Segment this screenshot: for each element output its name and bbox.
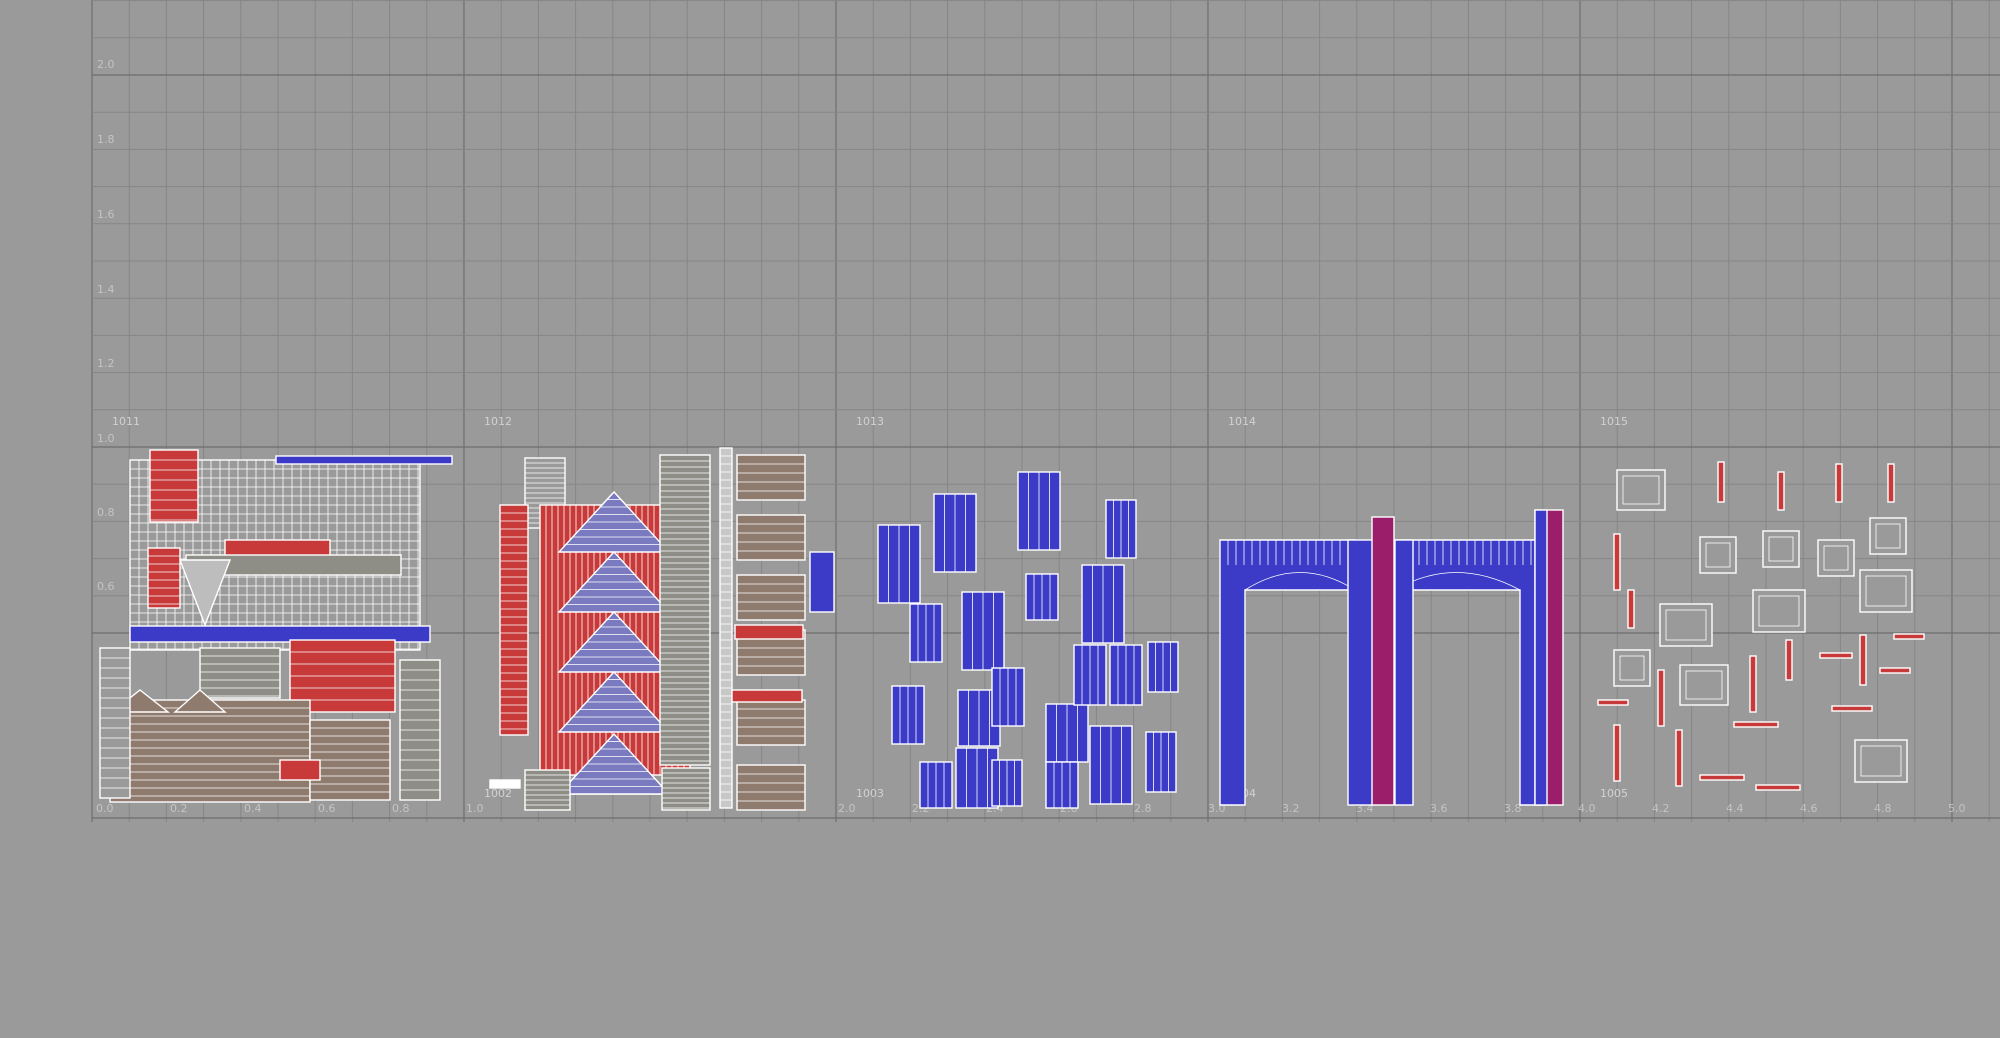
- uv-shell-wall[interactable]: [147, 547, 181, 609]
- u-axis-label: 4.8: [1874, 802, 1892, 815]
- uv-shell-bar[interactable]: [1831, 705, 1873, 712]
- u-axis-label: 4.6: [1800, 802, 1818, 815]
- uv-shell-bar[interactable]: [1835, 463, 1843, 503]
- uv-shell-column[interactable]: [499, 504, 529, 736]
- uv-shell-bar[interactable]: [1859, 634, 1867, 686]
- u-axis-label: 4.4: [1726, 802, 1744, 815]
- uv-shell-detail[interactable]: [809, 551, 835, 613]
- uv-shell-bar[interactable]: [1755, 784, 1801, 791]
- uv-shell-bar[interactable]: [1699, 774, 1745, 781]
- uv-shell-bar[interactable]: [1733, 721, 1779, 728]
- uv-shell-pillar[interactable]: [1534, 509, 1548, 806]
- udim-tile-label: 1013: [856, 415, 884, 428]
- uv-shell-panel[interactable]: [736, 699, 806, 746]
- u-axis-label: 2.0: [838, 802, 856, 815]
- u-axis-label: 3.6: [1430, 802, 1448, 815]
- uv-shell-bar[interactable]: [1657, 669, 1665, 727]
- uv-shell-panel[interactable]: [736, 574, 806, 621]
- uv-shell-wall[interactable]: [199, 647, 281, 699]
- uv-shell-bar[interactable]: [1879, 667, 1911, 674]
- uv-shell-bar[interactable]: [1777, 471, 1785, 511]
- uv-shell-bar[interactable]: [1597, 699, 1629, 706]
- uv-shell-frame[interactable]: [1869, 517, 1907, 555]
- uv-shell-strip[interactable]: [489, 779, 521, 789]
- udim-tile-label: 1005: [1600, 787, 1628, 800]
- uv-shell-siding[interactable]: [109, 699, 311, 803]
- v-axis-label: 1.6: [97, 208, 115, 221]
- uv-shell-bar[interactable]: [1887, 463, 1895, 503]
- uv-shell-pillar[interactable]: [1394, 539, 1414, 806]
- uv-shell-bar[interactable]: [1819, 652, 1853, 659]
- u-axis-label: 4.2: [1652, 802, 1670, 815]
- uv-shell-detail[interactable]: [279, 759, 321, 781]
- uv-shell-bar[interactable]: [1627, 589, 1635, 629]
- udim-tile-label: 1015: [1600, 415, 1628, 428]
- uv-shell-pillar[interactable]: [1371, 516, 1395, 806]
- u-axis-label: 3.2: [1282, 802, 1300, 815]
- uv-shell-slats[interactable]: [659, 454, 711, 766]
- u-axis-label: 0.2: [170, 802, 188, 815]
- uv-shell-pillar[interactable]: [1347, 539, 1374, 806]
- uv-shell-bar[interactable]: [1893, 633, 1925, 640]
- v-axis-label: 1.8: [97, 133, 115, 146]
- v-axis-label: 1.0: [97, 432, 115, 445]
- u-axis-label: 0.0: [96, 802, 114, 815]
- u-axis-label: 1.0: [466, 802, 484, 815]
- v-axis-label: 0.6: [97, 580, 115, 593]
- uv-shell-bar[interactable]: [1613, 533, 1621, 591]
- uv-shell-panel[interactable]: [736, 514, 806, 561]
- uv-shell-bar[interactable]: [1749, 655, 1757, 713]
- udim-tile-label: 1012: [484, 415, 512, 428]
- udim-tile-label: 1014: [1228, 415, 1256, 428]
- uv-shell-frame[interactable]: [1762, 530, 1800, 568]
- uv-shell-frame[interactable]: [1817, 539, 1855, 577]
- u-axis-label: 0.4: [244, 802, 262, 815]
- u-axis-label: 2.8: [1134, 802, 1152, 815]
- uv-shell-trim[interactable]: [275, 455, 453, 465]
- v-axis-label: 1.2: [97, 357, 115, 370]
- uv-shell-trim[interactable]: [734, 624, 804, 640]
- uv-shell-post[interactable]: [719, 447, 733, 809]
- uv-shell-bar[interactable]: [1613, 724, 1621, 782]
- u-axis-label: 4.0: [1578, 802, 1596, 815]
- u-axis-label: 3.8: [1504, 802, 1522, 815]
- uv-shell-bar[interactable]: [1785, 639, 1793, 681]
- uv-shell-slats[interactable]: [661, 767, 711, 811]
- v-axis-label: 2.0: [97, 58, 115, 71]
- uv-shell-frame[interactable]: [1699, 536, 1737, 574]
- uv-shell-panel[interactable]: [736, 454, 806, 501]
- u-axis-label: 5.0: [1948, 802, 1966, 815]
- u-axis-label: 0.8: [392, 802, 410, 815]
- uv-shell-wall[interactable]: [149, 449, 199, 523]
- udim-tile-label: 1002: [484, 787, 512, 800]
- uv-shell-frame[interactable]: [99, 647, 131, 799]
- uv-shell-panel[interactable]: [736, 764, 806, 811]
- udim-tile-label: 1011: [112, 415, 140, 428]
- uv-shell-bar[interactable]: [1675, 729, 1683, 787]
- uv-shell-bar[interactable]: [1717, 461, 1725, 503]
- u-axis-label: 0.6: [318, 802, 336, 815]
- v-axis-label: 0.8: [97, 506, 115, 519]
- udim-tile-label: 1003: [856, 787, 884, 800]
- uv-shell-frame[interactable]: [1613, 649, 1651, 687]
- uv-shell-trim[interactable]: [731, 689, 803, 703]
- uv-editor-viewport[interactable]: 2.0 1.8 1.6 1.4 1.2 1.0 0.8 0.6 0.0 0.2 0.4 0.6 0.8 1…: [0, 0, 2000, 1038]
- v-axis-label: 1.4: [97, 283, 115, 296]
